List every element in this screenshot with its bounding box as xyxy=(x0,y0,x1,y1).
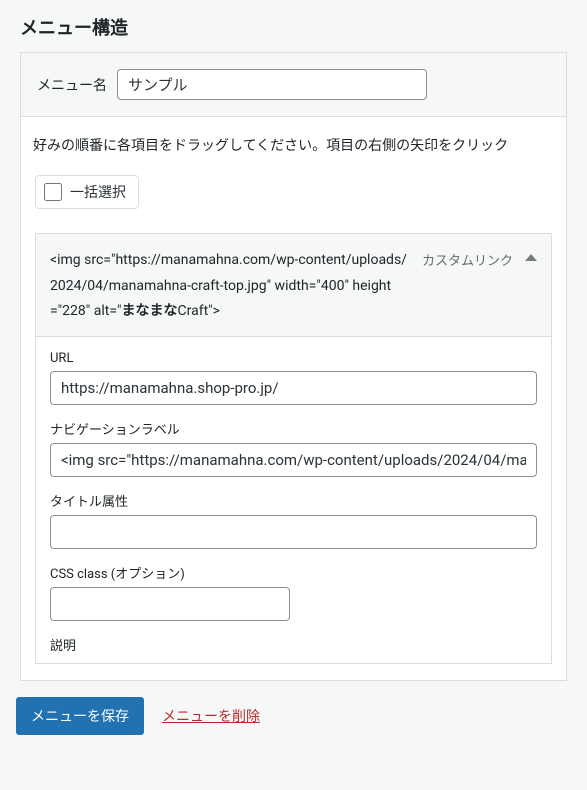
instructions-text: 好みの順番に各項目をドラッグしてください。項目の右側の矢印をクリック xyxy=(33,135,552,157)
title-attr-label: タイトル属性 xyxy=(50,491,537,510)
field-title-attr: タイトル属性 xyxy=(50,491,537,549)
css-class-label: CSS class (オプション) xyxy=(50,563,537,582)
menu-item-type: カスタムリンク xyxy=(422,248,513,269)
field-description: 説明 xyxy=(50,635,537,654)
field-css-class: CSS class (オプション) xyxy=(50,563,537,621)
menu-item-body: URL ナビゲーションラベル タイトル属性 CSS class (オプション) xyxy=(36,337,551,663)
url-label: URL xyxy=(50,351,537,366)
menu-item-title-bold: まなまな xyxy=(122,303,178,319)
menu-item-title-suffix: Craft"> xyxy=(178,303,220,319)
bulk-select-label: 一括選択 xyxy=(70,182,126,202)
field-url: URL xyxy=(50,351,537,405)
nav-label-label: ナビゲーションラベル xyxy=(50,419,537,438)
menu-item-title-prefix: <img src="https://manamahna.com/wp-conte… xyxy=(50,252,407,318)
bulk-select-toggle[interactable]: 一括選択 xyxy=(35,175,139,209)
delete-menu-link[interactable]: メニューを削除 xyxy=(162,706,260,726)
menu-item-title: <img src="https://manamahna.com/wp-conte… xyxy=(50,248,410,324)
nav-label-input[interactable] xyxy=(50,443,537,477)
menu-item-header[interactable]: <img src="https://manamahna.com/wp-conte… xyxy=(36,234,551,337)
bulk-select-checkbox[interactable] xyxy=(44,183,62,201)
description-label: 説明 xyxy=(50,635,537,654)
menu-name-row: メニュー名 xyxy=(21,53,566,117)
menu-item: <img src="https://manamahna.com/wp-conte… xyxy=(35,233,552,664)
menu-name-input[interactable] xyxy=(117,69,427,100)
panel-body: 好みの順番に各項目をドラッグしてください。項目の右側の矢印をクリック 一括選択 … xyxy=(21,117,566,680)
title-attr-input[interactable] xyxy=(50,515,537,549)
save-menu-button[interactable]: メニューを保存 xyxy=(16,697,144,735)
css-class-input[interactable] xyxy=(50,587,290,621)
field-nav-label: ナビゲーションラベル xyxy=(50,419,537,477)
caret-up-icon xyxy=(525,254,537,261)
page-title: メニュー構造 xyxy=(0,0,587,52)
url-input[interactable] xyxy=(50,371,537,405)
footer-actions: メニューを保存 メニューを削除 xyxy=(0,693,587,749)
menu-name-label: メニュー名 xyxy=(37,75,107,95)
menu-panel: メニュー名 好みの順番に各項目をドラッグしてください。項目の右側の矢印をクリック… xyxy=(20,52,567,681)
